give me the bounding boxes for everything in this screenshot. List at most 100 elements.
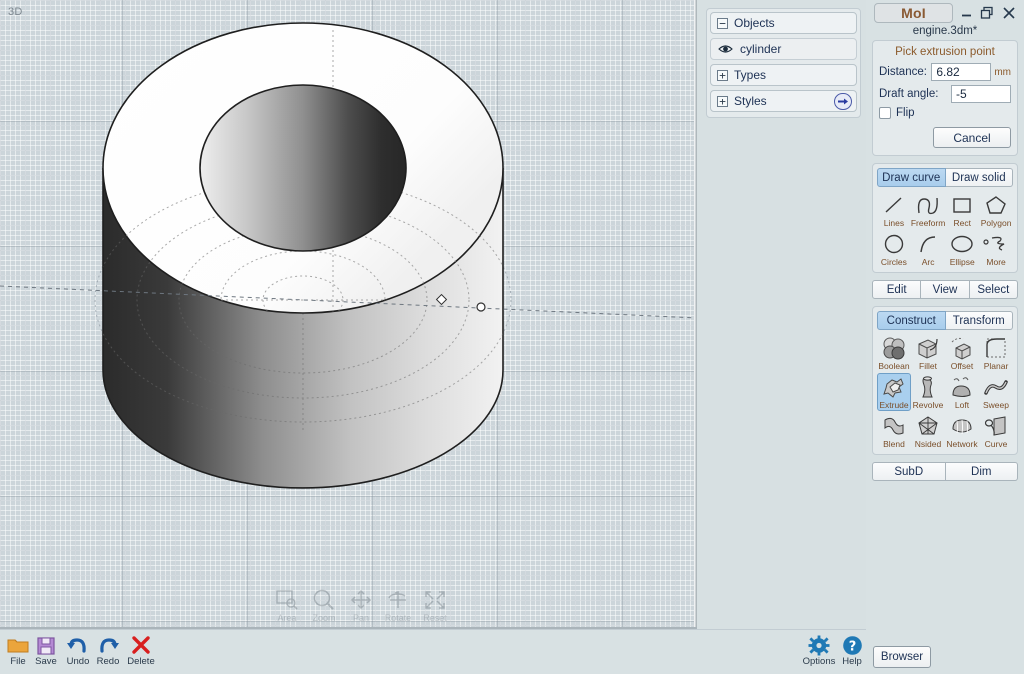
tool-label: Freeform — [910, 218, 946, 228]
tab-draw-curve[interactable]: Draw curve — [877, 168, 946, 187]
construct-panel: Construct Transform Boolean Fillet Offse… — [872, 306, 1018, 455]
tool-extrude[interactable]: Extrude — [877, 373, 911, 411]
close-icon[interactable] — [1000, 4, 1017, 21]
tab-draw-solid[interactable]: Draw solid — [945, 168, 1013, 187]
tab-construct[interactable]: Construct — [877, 311, 946, 330]
tool-planar[interactable]: Planar — [979, 334, 1013, 372]
tool-label: Boolean — [878, 361, 910, 371]
document-name: engine.3dm* — [912, 25, 978, 37]
tool-rect[interactable]: Rect — [945, 191, 979, 229]
tab-transform[interactable]: Transform — [945, 311, 1013, 330]
viewport-divider — [694, 0, 697, 629]
view-button[interactable]: View — [921, 280, 970, 299]
fillet-icon — [915, 336, 941, 360]
tool-label: Offset — [950, 361, 974, 371]
tool-boolean[interactable]: Boolean — [877, 334, 911, 372]
objects-group-row[interactable]: − Objects — [710, 12, 857, 34]
command-title: Pick extrusion point — [895, 46, 995, 58]
arrow-right-icon[interactable] — [834, 93, 852, 110]
tool-label: Network — [946, 439, 978, 449]
redo-button[interactable]: Redo — [90, 634, 126, 667]
right-side-panel: MoI engine.3dm* Pick extrusion point Dis… — [866, 0, 1024, 674]
tool-arc[interactable]: Arc — [911, 230, 945, 268]
tool-label: Fillet — [919, 361, 937, 371]
tool-revolve[interactable]: Revolve — [911, 373, 945, 411]
tool-nsided[interactable]: Nsided — [911, 412, 945, 450]
expand-plus-icon[interactable]: + — [717, 69, 728, 81]
tool-fillet[interactable]: Fillet — [911, 334, 945, 372]
object-item-cylinder[interactable]: cylinder — [710, 38, 857, 60]
cancel-button[interactable]: Cancel — [933, 127, 1011, 148]
restore-icon[interactable] — [978, 4, 995, 21]
eye-icon[interactable] — [718, 44, 733, 54]
viewport-3d[interactable]: 3D Area Zoom Pan Rotate Reset — [0, 0, 697, 629]
app-title[interactable]: MoI — [874, 3, 953, 23]
options-label: Options — [802, 656, 836, 667]
draw-tool-grid: Lines Freeform Rect Polygon Circles Arc … — [877, 191, 1013, 268]
object-item-label: cylinder — [740, 42, 782, 56]
styles-group-row[interactable]: + Styles — [710, 90, 857, 112]
nav-tool-zoom[interactable]: Zoom — [309, 588, 339, 623]
draft-angle-input[interactable]: -5 — [951, 85, 1011, 103]
browser-button[interactable]: Browser — [873, 646, 931, 668]
edit-button[interactable]: Edit — [872, 280, 922, 299]
extrude-icon — [881, 375, 907, 399]
distance-unit: mm — [994, 66, 1011, 78]
network-icon — [949, 414, 975, 438]
tool-offset[interactable]: Offset — [945, 334, 979, 372]
tool-label: Curve — [984, 439, 1008, 449]
tool-label: Polygon — [980, 218, 1012, 228]
nav-tool-reset[interactable]: Reset — [420, 588, 450, 623]
help-button[interactable]: ? Help — [834, 634, 870, 667]
tool-freeform[interactable]: Freeform — [911, 191, 945, 229]
tool-label: Sweep — [983, 400, 1009, 410]
tool-label: Circles — [880, 257, 907, 267]
tool-lines[interactable]: Lines — [877, 191, 911, 229]
flip-checkbox[interactable] — [879, 107, 891, 119]
tool-curve-from-surface[interactable]: Curve — [979, 412, 1013, 450]
nav-tool-label: Area — [277, 613, 297, 623]
options-button[interactable]: Options — [801, 634, 837, 667]
flip-checkbox-row[interactable]: Flip — [879, 107, 1011, 119]
floppy-disk-icon — [28, 634, 64, 656]
tool-sweep[interactable]: Sweep — [979, 373, 1013, 411]
dim-button[interactable]: Dim — [945, 462, 1018, 481]
blend-icon — [881, 414, 907, 438]
line-icon — [882, 193, 906, 217]
tool-circles[interactable]: Circles — [877, 230, 911, 268]
nav-tool-pan[interactable]: Pan — [346, 588, 376, 623]
tool-label: More — [986, 257, 1006, 267]
offset-icon — [949, 336, 975, 360]
tool-ellipse[interactable]: Ellipse — [945, 230, 979, 268]
subd-button[interactable]: SubD — [872, 462, 946, 481]
draw-tabs[interactable]: Draw curve Draw solid — [877, 168, 1013, 187]
tool-blend[interactable]: Blend — [877, 412, 911, 450]
tool-network[interactable]: Network — [945, 412, 979, 450]
viewport-nav-tools[interactable]: Area Zoom Pan Rotate Reset — [272, 588, 450, 623]
planar-icon — [983, 336, 1009, 360]
rotate-icon — [383, 588, 413, 614]
nsided-icon — [915, 414, 941, 438]
nav-tool-area[interactable]: Area — [272, 588, 302, 623]
more-curves-icon — [982, 232, 1010, 256]
curve-from-surface-icon — [983, 414, 1009, 438]
delete-button[interactable]: Delete — [123, 634, 159, 667]
delete-x-icon — [123, 634, 159, 656]
save-button[interactable]: Save — [28, 634, 64, 667]
expand-plus-icon[interactable]: + — [717, 95, 728, 107]
minimize-icon[interactable] — [958, 4, 975, 21]
construct-tabs[interactable]: Construct Transform — [877, 311, 1013, 330]
tool-label: Lines — [883, 218, 905, 228]
tool-polygon[interactable]: Polygon — [979, 191, 1013, 229]
select-button[interactable]: Select — [969, 280, 1018, 299]
collapse-minus-icon[interactable]: − — [717, 17, 728, 29]
nav-tool-rotate[interactable]: Rotate — [383, 588, 413, 623]
command-options-panel: Pick extrusion point Distance: 6.82 mm D… — [872, 40, 1018, 156]
distance-input[interactable]: 6.82 — [931, 63, 992, 81]
types-group-row[interactable]: + Types — [710, 64, 857, 86]
title-bar: MoI — [866, 2, 1024, 24]
tool-more-curves[interactable]: More — [979, 230, 1013, 268]
subd-dim-row: SubD Dim — [872, 462, 1018, 481]
tool-loft[interactable]: Loft — [945, 373, 979, 411]
nav-tool-label: Zoom — [312, 613, 336, 623]
